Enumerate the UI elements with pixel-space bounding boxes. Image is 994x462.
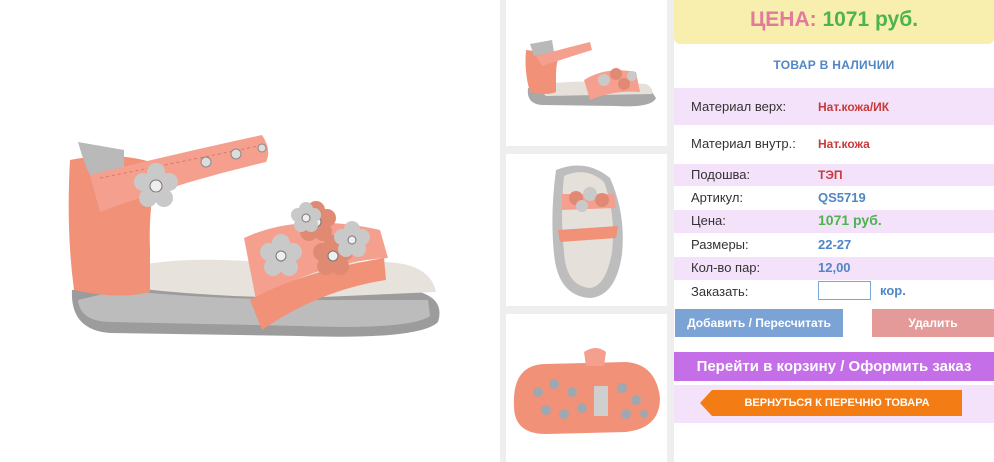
order-row: Заказать: кор.: [674, 280, 994, 304]
spec-key: Артикул:: [691, 190, 744, 205]
spec-row-upper-material: Материал верх: Нат.кожа/ИК: [674, 88, 994, 125]
back-to-list-button[interactable]: ВЕРНУТЬСЯ К ПЕРЕЧНЮ ТОВАРА: [700, 390, 962, 416]
sandal-side-thumbnail-illustration: [525, 40, 656, 107]
order-quantity-input[interactable]: [818, 281, 871, 300]
spec-row-sizes: Размеры: 22-27: [674, 233, 994, 257]
thumbnail-side-view[interactable]: [506, 0, 667, 146]
go-to-cart-button[interactable]: Перейти в корзину / Оформить заказ: [674, 352, 994, 381]
price-value: 1071 руб.: [822, 8, 919, 31]
delete-button[interactable]: Удалить: [872, 309, 994, 337]
price-banner: ЦЕНА: 1071 руб.: [674, 0, 994, 44]
spec-value: Нат.кожа: [818, 137, 870, 151]
add-recalculate-button[interactable]: Добавить / Пересчитать: [675, 309, 843, 337]
spec-row-article: Артикул: QS5719: [674, 186, 994, 210]
back-button-container: ВЕРНУТЬСЯ К ПЕРЕЧНЮ ТОВАРА: [674, 385, 994, 423]
main-product-image[interactable]: [0, 0, 500, 462]
spec-value: ТЭП: [818, 168, 843, 182]
spec-key: Цена:: [691, 213, 726, 228]
spec-row-pairs-count: Кол-во пар: 12,00: [674, 257, 994, 280]
sandal-top-thumbnail-illustration: [552, 165, 623, 298]
product-info-panel: ЦЕНА: 1071 руб. ТОВАР В НАЛИЧИИ Материал…: [674, 0, 994, 462]
spec-row-sole: Подошва: ТЭП: [674, 164, 994, 186]
spec-key: Размеры:: [691, 237, 749, 252]
thumbnail-top-view[interactable]: [506, 154, 667, 306]
spec-row-price: Цена: 1071 руб.: [674, 210, 994, 233]
spec-key: Подошва:: [691, 167, 751, 182]
spec-value: 1071 руб.: [818, 212, 882, 228]
spec-row-lining-material: Материал внутр.: Нат.кожа: [674, 125, 994, 164]
price-label: ЦЕНА:: [749, 8, 817, 31]
spec-value: Нат.кожа/ИК: [818, 100, 890, 114]
spec-key: Материал внутр.:: [691, 136, 796, 151]
spec-value: 22-27: [818, 237, 852, 252]
sandal-sole-thumbnail-illustration: [513, 348, 660, 434]
sandal-side-view-illustration: [68, 135, 440, 337]
order-unit: кор.: [880, 283, 906, 298]
product-page: ЦЕНА: 1071 руб. ТОВАР В НАЛИЧИИ Материал…: [0, 0, 994, 462]
spec-key: Материал верх:: [691, 99, 787, 114]
spec-key: Кол-во пар:: [691, 260, 761, 275]
spec-value: QS5719: [818, 190, 866, 205]
thumbnail-sole-view[interactable]: [506, 314, 667, 462]
specs-table: Материал верх: Нат.кожа/ИК Материал внут…: [674, 88, 994, 304]
stock-status: ТОВАР В НАЛИЧИИ: [773, 58, 895, 72]
spec-value: 12,00: [818, 260, 851, 275]
order-label: Заказать:: [691, 284, 749, 299]
